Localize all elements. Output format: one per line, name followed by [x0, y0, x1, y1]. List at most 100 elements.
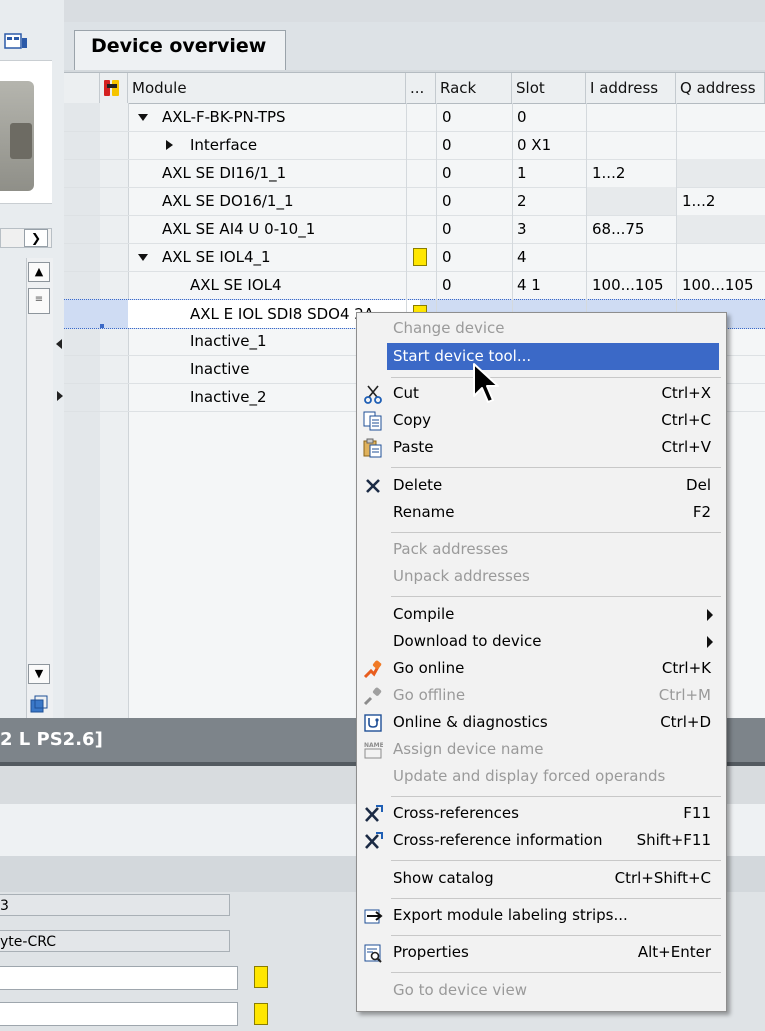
menu-item-start-device-tool[interactable]: Start device tool... [387, 343, 719, 370]
module-cell: AXL SE DI16/1_1 [162, 164, 287, 182]
scroll-down-button[interactable]: ▼ [28, 664, 50, 684]
table-row[interactable]: AXL SE IOL4_1 0 4 [64, 243, 765, 272]
cross-reference-info-icon [365, 832, 383, 849]
col-module[interactable]: Module [128, 73, 406, 103]
menu-item-change-device[interactable]: Change device [359, 315, 723, 342]
scroll-thumb[interactable]: ≡ [28, 288, 50, 314]
menu-item-assign-device-name[interactable]: NAME Assign device name [359, 736, 723, 763]
chevron-up-icon: ▲ [34, 265, 44, 278]
menu-separator [391, 972, 721, 973]
menu-item-go-offline[interactable]: Go offline Ctrl+M [359, 682, 723, 709]
table-row[interactable]: AXL-F-BK-PN-TPS 0 0 [64, 103, 765, 132]
menu-item-unpack-addresses[interactable]: Unpack addresses [359, 563, 723, 590]
scroll-up-button[interactable]: ▲ [28, 262, 50, 282]
go-online-icon [363, 660, 382, 679]
table-row[interactable]: AXL SE DI16/1_1 0 1 1...2 [64, 159, 765, 188]
expand-arrow-icon[interactable] [57, 391, 63, 401]
context-menu: Change device Start device tool... Cut C… [356, 312, 727, 1012]
network-view-icon[interactable] [4, 30, 28, 52]
q-address-cell [676, 215, 765, 243]
i-address-cell: 100...105 [592, 276, 664, 294]
col-dots[interactable]: ... [406, 73, 436, 103]
col-slot[interactable]: Slot [512, 73, 586, 103]
header-gutter2 [100, 73, 128, 103]
menu-separator [391, 467, 721, 468]
top-toolbar [64, 0, 765, 23]
menu-separator [391, 898, 721, 899]
device-thumbnail [0, 60, 52, 204]
table-row[interactable]: AXL SE AI4 U 0-10_1 0 3 68...75 [64, 215, 765, 244]
menu-item-cross-references[interactable]: Cross-references F11 [359, 800, 723, 827]
submenu-arrow-icon [707, 636, 713, 648]
chevron-right-icon: ❯ [30, 231, 42, 245]
rack-cell: 0 [442, 248, 452, 266]
warning-flag-icon [254, 1003, 268, 1025]
i-address-cell [586, 187, 676, 215]
collapse-icon[interactable] [138, 114, 148, 121]
col-q-address[interactable]: Q address [676, 73, 765, 103]
q-address-cell: 100...105 [682, 276, 754, 294]
table-header: Module ... Rack Slot I address Q address [64, 73, 765, 104]
assign-name-icon: NAME [364, 742, 383, 759]
module-cell: AXL SE DO16/1_1 [162, 192, 294, 210]
i-address-cell: 1...2 [592, 164, 626, 182]
table-row[interactable]: AXL SE DO16/1_1 0 2 1...2 [64, 187, 765, 216]
menu-item-cut[interactable]: Cut Ctrl+X [359, 380, 723, 407]
table-row[interactable]: Interface 0 0 X1 [64, 131, 765, 160]
vertical-scrollbar[interactable]: ▲ ≡ ▼ [26, 258, 53, 718]
menu-item-export-labeling-strips[interactable]: Export module labeling strips... [359, 902, 723, 929]
slot-cell: 1 [517, 164, 527, 182]
col-i-address[interactable]: I address [586, 73, 676, 103]
copy-icon [363, 411, 382, 431]
menu-item-go-to-device-view[interactable]: Go to device view [359, 977, 723, 1004]
menu-item-copy[interactable]: Copy Ctrl+C [359, 407, 723, 434]
device-connector-image [10, 123, 32, 159]
table-row[interactable]: AXL SE IOL4 0 4 1 100...105 100...105 [64, 271, 765, 300]
cross-reference-icon [365, 805, 383, 822]
menu-item-update-forced-operands[interactable]: Update and display forced operands [359, 763, 723, 790]
menu-item-rename[interactable]: Rename F2 [359, 499, 723, 526]
property-value-field: 3 [0, 894, 230, 916]
mouse-cursor-icon [473, 363, 499, 403]
overview-navigation-icon[interactable] [29, 694, 49, 714]
chevron-down-icon: ▼ [34, 667, 44, 680]
slot-cell: 2 [517, 192, 527, 210]
property-value-field: yte-CRC [0, 930, 230, 952]
properties-icon [364, 944, 382, 963]
property-input[interactable] [0, 966, 238, 990]
q-address-cell [676, 159, 765, 187]
menu-item-paste[interactable]: Paste Ctrl+V [359, 434, 723, 461]
menu-item-properties[interactable]: Properties Alt+Enter [359, 939, 723, 966]
menu-item-go-online[interactable]: Go online Ctrl+K [359, 655, 723, 682]
slot-cell: 3 [517, 220, 527, 238]
menu-item-download-to-device[interactable]: Download to device [359, 628, 723, 655]
slot-cell: 0 X1 [517, 136, 552, 154]
menu-item-compile[interactable]: Compile [359, 601, 723, 628]
menu-item-pack-addresses[interactable]: Pack addresses [359, 536, 723, 563]
menu-separator [391, 377, 721, 378]
left-pane: ❯ ▲ ≡ ▼ [0, 0, 64, 718]
scroll-right-button[interactable]: ❯ [24, 229, 48, 247]
col-rack[interactable]: Rack [436, 73, 512, 103]
expand-icon[interactable] [166, 140, 173, 150]
q-address-cell: 1...2 [682, 192, 716, 210]
property-input[interactable] [0, 1002, 238, 1026]
rack-cell: 0 [442, 108, 452, 126]
rack-cell: 0 [442, 276, 452, 294]
tab-device-overview[interactable]: Device overview [74, 30, 286, 70]
module-cell: Interface [190, 136, 258, 154]
menu-separator [391, 935, 721, 936]
export-icon [364, 909, 383, 924]
menu-item-online-diagnostics[interactable]: Online & diagnostics Ctrl+D [359, 709, 723, 736]
menu-item-cross-reference-information[interactable]: Cross-reference information Shift+F11 [359, 827, 723, 854]
rack-cell: 0 [442, 220, 452, 238]
menu-item-delete[interactable]: Delete Del [359, 472, 723, 499]
menu-separator [391, 532, 721, 533]
collapse-icon[interactable] [138, 254, 148, 261]
rack-cell: 0 [442, 164, 452, 182]
menu-separator [391, 860, 721, 861]
properties-title: 2 L PS2.6] [0, 729, 103, 750]
go-offline-icon [363, 687, 382, 706]
collapse-arrow-icon[interactable] [56, 339, 62, 349]
menu-item-show-catalog[interactable]: Show catalog Ctrl+Shift+C [359, 865, 723, 892]
